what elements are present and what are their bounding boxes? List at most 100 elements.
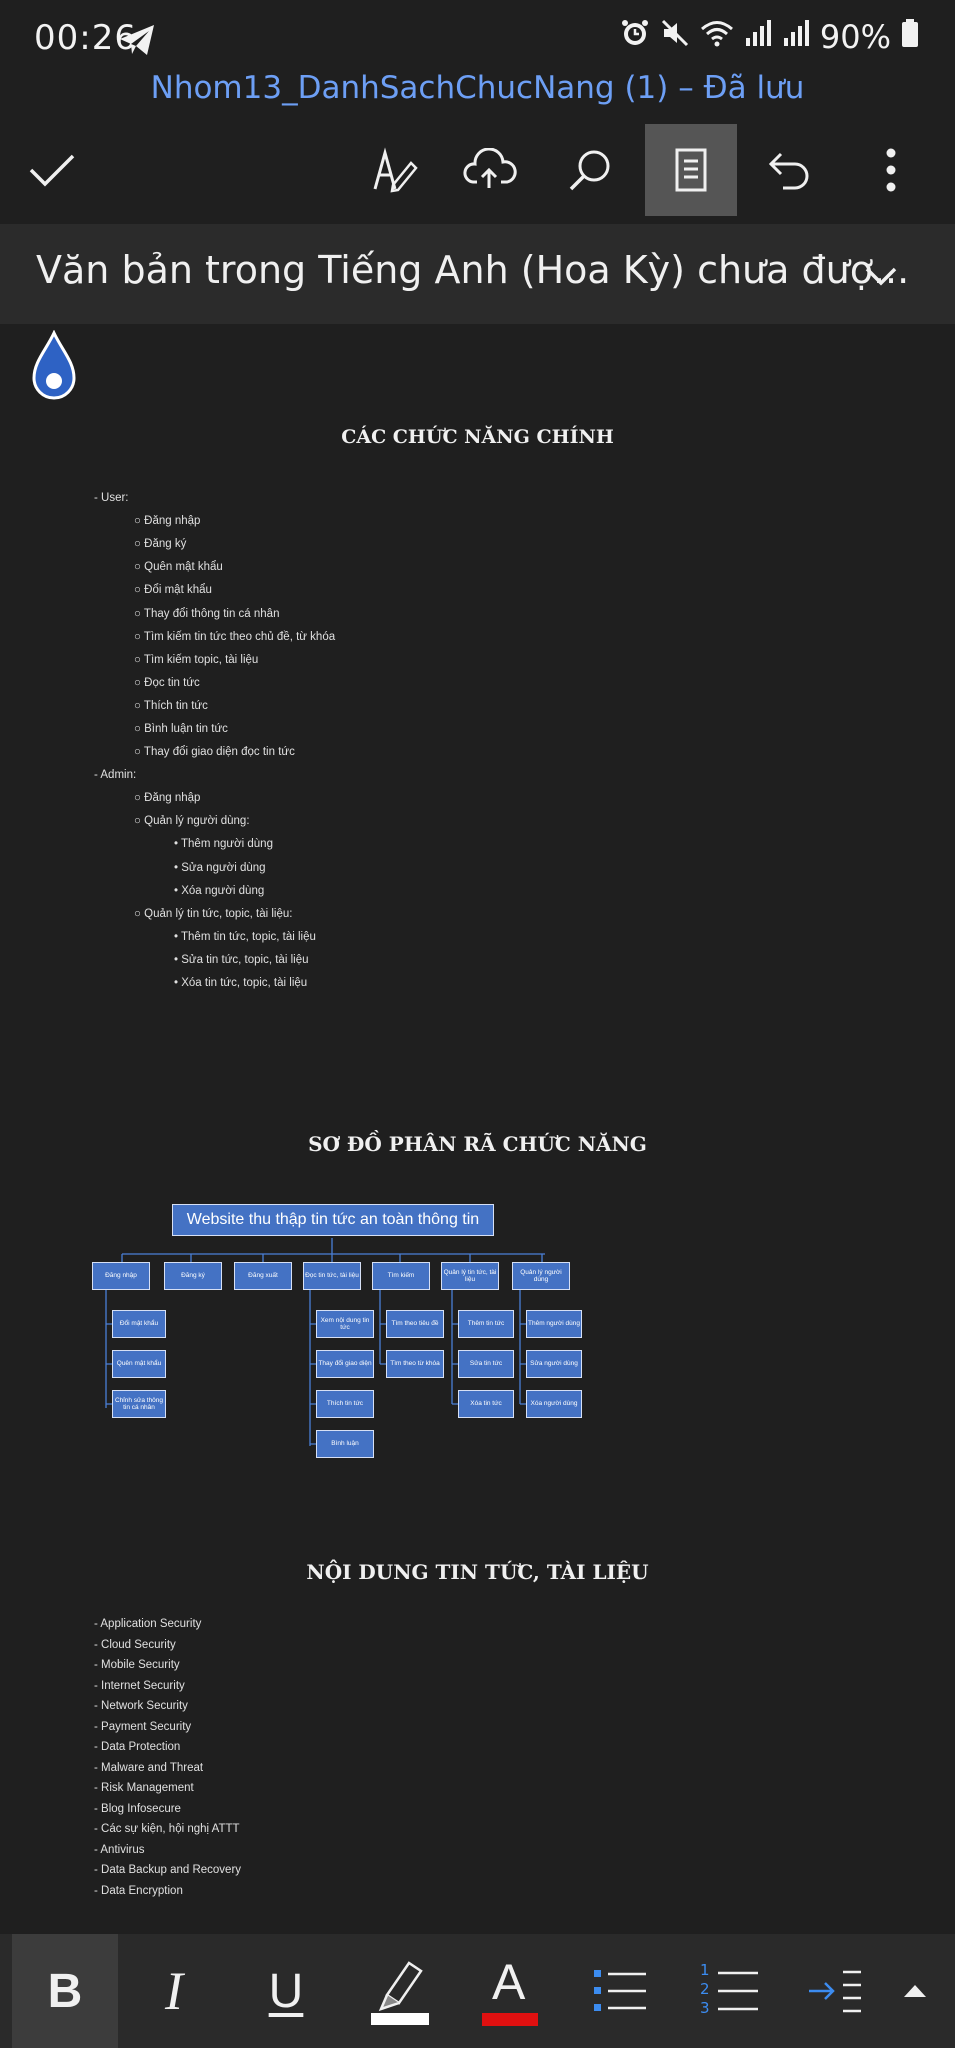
telegram-icon [118, 22, 158, 62]
search-icon [569, 150, 610, 191]
list-item: ○ Tìm kiếm topic, tài liệu [134, 654, 259, 666]
highlighter-icon [371, 1961, 429, 2025]
org-node: Tìm theo tiêu đề [386, 1310, 444, 1338]
section-heading-diagram: SƠ ĐỒ PHÂN RÃ CHỨC NĂNG [308, 1132, 647, 1156]
document-title: Nhom13_DanhSachChucNang (1) – Đã lưu [150, 70, 805, 106]
battery-percent: 90% [819, 18, 891, 56]
list-item: - Data Encryption [94, 1885, 183, 1897]
expand-toolbar-button[interactable] [880, 1934, 950, 2048]
list-item: - Internet Security [94, 1680, 185, 1692]
undo-icon [768, 152, 809, 190]
list-item: - Payment Security [94, 1721, 192, 1733]
list-item: - Risk Management [94, 1782, 194, 1794]
org-node: Thay đổi giao diện [316, 1350, 374, 1378]
cloud-upload-icon [463, 148, 517, 188]
list-item: - Network Security [94, 1700, 188, 1712]
numbered-list-icon: 1 2 3 [700, 1961, 760, 2019]
reading-view-button[interactable] [645, 124, 737, 216]
list-item: - Cloud Security [94, 1639, 176, 1651]
list-item: ○ Đăng ký [134, 538, 187, 550]
list-item: • Xóa người dùng [174, 885, 265, 897]
org-node: Bình luận [316, 1430, 374, 1458]
list-item: - Mobile Security [94, 1659, 180, 1671]
alarm-icon [620, 18, 650, 56]
list-item: - User: [94, 492, 129, 504]
signal-icon-2 [782, 18, 810, 56]
list-item: ○ Đọc tin tức [134, 677, 200, 689]
list-item: • Xóa tin tức, topic, tài liệu [174, 977, 308, 989]
list-item: ○ Quản lý tin tức, topic, tài liệu: [134, 908, 293, 920]
mute-icon [660, 18, 690, 56]
list-item: - Application Security [94, 1618, 202, 1630]
list-item: - Admin: [94, 769, 137, 781]
status-icons: 90% [620, 18, 919, 56]
highlight-button[interactable] [350, 1934, 450, 2048]
bullet-list-icon [594, 1970, 646, 2011]
chevron-down-icon[interactable] [859, 254, 903, 298]
font-color-letter: A [492, 1954, 526, 2010]
list-item: ○ Thích tin tức [134, 700, 208, 712]
cursor-handle-icon[interactable] [28, 330, 80, 406]
org-node: Xóa tin tức [458, 1390, 514, 1418]
list-item: • Sửa người dùng [174, 862, 266, 874]
done-button[interactable] [6, 124, 98, 216]
more-icon [886, 148, 896, 192]
org-node: Quên mật khẩu [112, 1350, 166, 1378]
bold-label: B [47, 1964, 83, 2018]
org-node: Tìm kiếm [372, 1262, 430, 1290]
org-node: Sửa tin tức [458, 1350, 514, 1378]
list-item: ○ Thay đổi giao diện đọc tin tức [134, 746, 295, 758]
list-item: • Thêm tin tức, topic, tài liệu [174, 931, 316, 943]
document-canvas[interactable]: CÁC CHỨC NĂNG CHÍNH - User: ○ Đăng nhập … [0, 324, 955, 1934]
pen-icon [373, 147, 418, 193]
org-node: Thích tin tức [316, 1390, 374, 1418]
save-cloud-button[interactable] [444, 124, 536, 216]
list-item: ○ Tìm kiếm tin tức theo chủ đề, từ khóa [134, 631, 336, 643]
check-icon [29, 154, 75, 187]
signal-icon [744, 18, 772, 56]
indent-button[interactable] [790, 1934, 880, 2048]
org-node: Quản lý tin tức, tài liệu [441, 1262, 499, 1290]
search-button[interactable] [544, 124, 636, 216]
caret-up-icon [904, 1985, 926, 1997]
number-2: 2 [700, 1980, 710, 1998]
font-color-swatch [482, 2013, 538, 2026]
status-bar: 00:26 90% [0, 0, 955, 80]
undo-button[interactable] [744, 124, 836, 216]
org-node: Xóa người dùng [526, 1390, 582, 1418]
org-node: Sửa người dùng [526, 1350, 582, 1378]
list-item: - Các sự kiện, hội nghị ATTT [94, 1823, 240, 1835]
numbered-list-button[interactable]: 1 2 3 [680, 1934, 780, 2048]
top-toolbar [0, 120, 955, 220]
list-item: - Data Backup and Recovery [94, 1864, 242, 1876]
list-item: ○ Thay đổi thông tin cá nhân [134, 608, 280, 620]
bullet-list-button[interactable] [570, 1934, 670, 2048]
list-item: ○ Đăng nhập [134, 515, 201, 527]
list-item: ○ Quên mật khẩu [134, 561, 223, 573]
highlight-color-swatch [371, 2013, 429, 2025]
bold-button[interactable]: B [12, 1934, 118, 2048]
list-item: - Blog Infosecure [94, 1803, 181, 1815]
org-node: Đọc tin tức, tài liệu [303, 1262, 361, 1290]
org-node: Chỉnh sửa thông tin cá nhân [112, 1390, 166, 1418]
org-node: Đăng nhập [92, 1262, 150, 1290]
list-item: • Thêm người dùng [174, 838, 273, 850]
proofing-notice-text: Văn bản trong Tiếng Anh (Hoa Kỳ) chưa đư… [36, 248, 910, 292]
list-item: ○ Đổi mật khẩu [134, 584, 212, 596]
number-1: 1 [700, 1961, 710, 1979]
org-chart: Website thu thập tin tức an toàn thông t… [0, 1204, 955, 1804]
list-item: ○ Đăng nhập [134, 792, 201, 804]
battery-icon [901, 18, 919, 56]
font-color-button[interactable]: A [460, 1934, 560, 2048]
font-color-icon: A [480, 1953, 540, 2029]
italic-button[interactable]: I [126, 1934, 222, 2048]
proofing-notice-bar[interactable]: Văn bản trong Tiếng Anh (Hoa Kỳ) chưa đư… [0, 224, 955, 324]
format-bar: B I U A 1 2 3 [0, 1934, 955, 2048]
list-item: - Data Protection [94, 1741, 181, 1753]
more-options-button[interactable] [845, 124, 937, 216]
italic-label: I [165, 1961, 183, 2021]
underline-button[interactable]: U [236, 1934, 336, 2048]
indent-icon [809, 1970, 861, 2013]
list-item: • Sửa tin tức, topic, tài liệu [174, 954, 309, 966]
draw-button[interactable] [348, 124, 440, 216]
